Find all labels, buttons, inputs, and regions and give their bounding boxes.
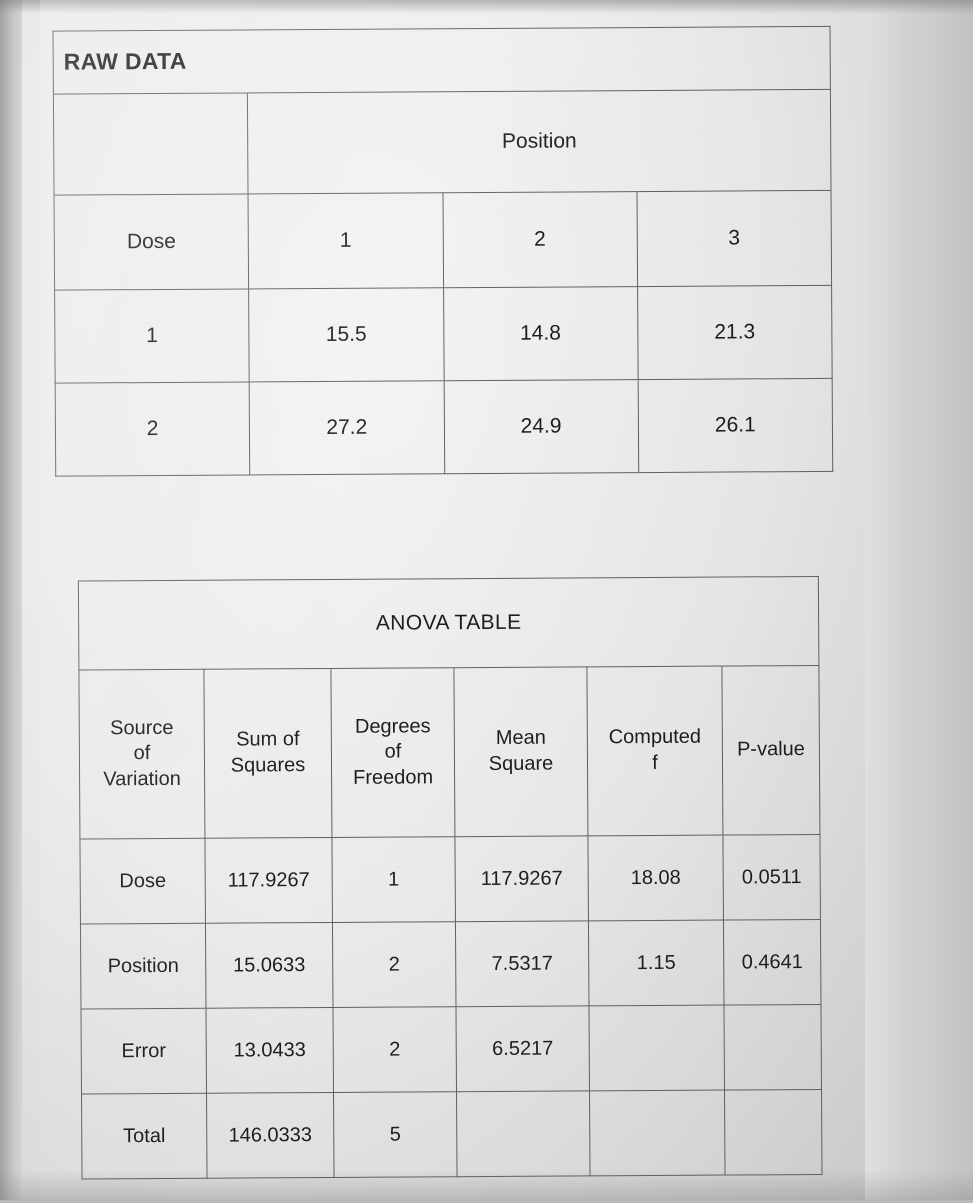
anova-row-error-df: 2 xyxy=(332,1006,457,1093)
anova-row-position-ms: 7.5317 xyxy=(455,920,589,1007)
anova-row-total-f xyxy=(589,1090,726,1176)
raw-data-row1-pos1: 15.5 xyxy=(248,287,444,382)
raw-data-position-header: Position xyxy=(247,89,832,194)
document-page: RAW DATA Position Dose 1 2 3 1 15.5 14.8… xyxy=(0,0,973,1200)
anova-header-degrees-of-freedom: Degrees of Freedom xyxy=(330,667,455,838)
raw-data-row2-dose: 2 xyxy=(55,381,250,477)
anova-row-position-p: 0.4641 xyxy=(723,919,822,1006)
anova-row-position-f: 1.15 xyxy=(588,920,724,1006)
anova-header-computed-f: Computed f xyxy=(586,666,723,836)
raw-data-position-level-2: 2 xyxy=(442,191,638,288)
anova-row-position-source: Position xyxy=(80,923,206,1009)
raw-data-row2-pos2: 24.9 xyxy=(443,379,639,474)
anova-title-row: ANOVA TABLE xyxy=(78,576,819,670)
raw-data-row1-pos3: 21.3 xyxy=(637,285,833,380)
table-row: Position 15.0633 2 7.5317 1.15 0.4641 xyxy=(80,919,822,1009)
anova-row-dose-ms: 117.9267 xyxy=(454,835,589,922)
raw-data-row2-pos3: 26.1 xyxy=(637,378,833,473)
raw-data-title-row: RAW DATA xyxy=(53,26,831,95)
raw-data-row1-dose: 1 xyxy=(54,288,250,384)
anova-row-total-source: Total xyxy=(81,1093,208,1179)
anova-row-position-df: 2 xyxy=(332,921,456,1008)
table-row: Error 13.0433 2 6.5217 xyxy=(80,1004,822,1094)
anova-row-total-df: 5 xyxy=(333,1091,458,1178)
anova-header-sum-of-squares: Sum of Squares xyxy=(203,668,332,839)
raw-data-table: RAW DATA Position Dose 1 2 3 1 15.5 14.8… xyxy=(53,26,834,477)
table-row: Total 146.0333 5 xyxy=(81,1089,823,1179)
anova-row-total-p xyxy=(724,1089,823,1176)
raw-data-column-header-row: Dose 1 2 3 xyxy=(54,190,832,291)
anova-row-dose-source: Dose xyxy=(79,838,206,924)
anova-header-mean-square: Mean Square xyxy=(453,666,588,837)
anova-row-dose-p: 0.0511 xyxy=(722,834,821,921)
raw-data-row2-pos1: 27.2 xyxy=(249,380,445,475)
anova-row-dose-df: 1 xyxy=(331,836,456,923)
table-row: 2 27.2 24.9 26.1 xyxy=(55,378,833,477)
anova-row-dose-f: 18.08 xyxy=(587,835,724,921)
raw-data-row1-pos2: 14.8 xyxy=(443,286,638,381)
anova-row-error-f xyxy=(588,1005,725,1091)
anova-title: ANOVA TABLE xyxy=(78,576,819,670)
anova-row-error-source: Error xyxy=(80,1008,207,1094)
anova-row-error-p xyxy=(723,1004,822,1091)
anova-header-row: Source of Variation Sum of Squares Degre… xyxy=(78,665,821,839)
raw-data-position-level-1: 1 xyxy=(248,192,444,289)
anova-row-position-ss: 15.0633 xyxy=(205,922,333,1009)
anova-header-source-of-variation: Source of Variation xyxy=(78,669,205,839)
raw-data-title: RAW DATA xyxy=(53,26,831,95)
raw-data-position-level-3: 3 xyxy=(636,190,832,287)
anova-row-error-ss: 13.0433 xyxy=(205,1007,334,1094)
anova-table: ANOVA TABLE Source of Variation Sum of S… xyxy=(78,576,823,1180)
anova-row-total-ms xyxy=(456,1090,591,1177)
raw-data-empty-corner-top xyxy=(53,92,249,196)
raw-data-position-header-row: Position xyxy=(53,89,832,196)
anova-row-error-ms: 6.5217 xyxy=(455,1005,590,1092)
anova-row-total-ss: 146.0333 xyxy=(206,1092,335,1179)
table-row: Dose 117.9267 1 117.9267 18.08 0.0511 xyxy=(79,834,821,924)
anova-row-dose-ss: 117.9267 xyxy=(204,837,333,924)
anova-header-p-value: P-value xyxy=(721,665,821,836)
raw-data-dose-header: Dose xyxy=(54,193,249,291)
table-row: 1 15.5 14.8 21.3 xyxy=(54,285,833,384)
